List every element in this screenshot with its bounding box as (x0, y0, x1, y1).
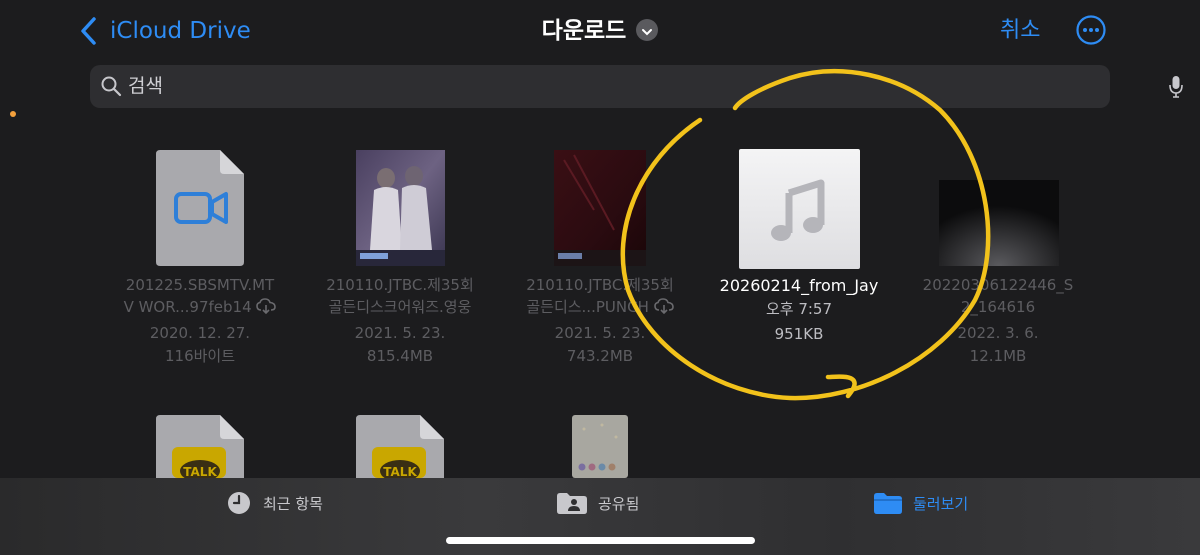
file-date: 2020. 12. 27. (149, 324, 251, 342)
more-options-icon[interactable] (1076, 15, 1106, 45)
file-size: 951KB (774, 325, 824, 343)
tab-recents-label: 최근 항목 (263, 494, 323, 513)
recording-indicator-dot (10, 111, 16, 117)
file-item[interactable]: 20220306122446_S 2_164616 2022. 3. 6. 12… (908, 148, 1088, 368)
shared-folder-icon (557, 493, 587, 514)
video-file-icon (156, 150, 244, 266)
tab-shared-label: 공유됨 (598, 494, 640, 513)
video-thumbnail (356, 150, 445, 266)
microphone-icon[interactable] (1168, 75, 1184, 99)
search-field[interactable]: 검색 (90, 65, 1183, 108)
cloud-download-icon (653, 298, 674, 315)
chevron-down-icon[interactable] (636, 18, 659, 41)
cloud-download-icon (256, 298, 277, 315)
video-thumbnail (554, 150, 646, 266)
clock-icon (228, 492, 250, 514)
file-size: 12.1MB (969, 347, 1027, 365)
file-date: 2021. 5. 23. (354, 324, 446, 342)
file-date: 2021. 5. 23. (554, 324, 646, 342)
search-icon (101, 76, 122, 97)
kakaotalk-file-icon[interactable]: TALK (356, 415, 446, 478)
kakaotalk-file-icon[interactable]: TALK (156, 415, 246, 478)
file-date: 2022. 3. 6. (957, 324, 1039, 342)
home-indicator[interactable] (446, 537, 755, 544)
file-item[interactable]: 201225.SBSMTV.MT V WOR...97feb14 2020. 1… (110, 148, 290, 368)
folder-title-text: 다운로드 (541, 18, 627, 44)
file-name: 20220306122446_S 2_164616 (922, 276, 1074, 316)
tab-shared[interactable]: 공유됨 (556, 490, 639, 516)
search-placeholder: 검색 (128, 75, 163, 97)
audio-file-icon (739, 149, 860, 269)
file-item-selected[interactable]: 20260214_from_Jay 오후 7:57 951KB (709, 148, 889, 368)
tab-recents[interactable]: 최근 항목 (227, 490, 323, 516)
file-name: 201225.SBSMTV.MT V WOR...97feb14 (110, 274, 290, 318)
file-name: 210110.JTBC.제35회 골든디스...PUNCH (526, 276, 674, 316)
file-size: 743.2MB (566, 347, 634, 365)
tab-browse[interactable]: 둘러보기 (873, 490, 968, 516)
file-item[interactable]: 210110.JTBC.제35회 골든디스...PUNCH 2021. 5. 2… (510, 148, 690, 368)
file-item[interactable]: 210110.JTBC.제35회 골든디스크어워즈.영웅 2021. 5. 23… (310, 148, 490, 368)
kakao-talk-label: TALK (383, 465, 417, 478)
file-time: 오후 7:57 (765, 300, 833, 318)
file-size: 815.4MB (366, 347, 434, 365)
file-name: 20260214_from_Jay (719, 276, 879, 295)
tab-browse-label: 둘러보기 (913, 494, 969, 513)
video-thumbnail (939, 180, 1059, 266)
folder-icon (874, 493, 902, 514)
navigation-bar: iCloud Drive 다운로드 취소 (0, 0, 1200, 62)
file-size: 116바이트 (164, 347, 236, 365)
file-name: 210110.JTBC.제35회 골든디스크어워즈.영웅 (326, 276, 474, 316)
cancel-button[interactable]: 취소 (1000, 14, 1040, 48)
document-thumbnail[interactable] (572, 415, 628, 478)
kakao-talk-label: TALK (183, 465, 217, 478)
